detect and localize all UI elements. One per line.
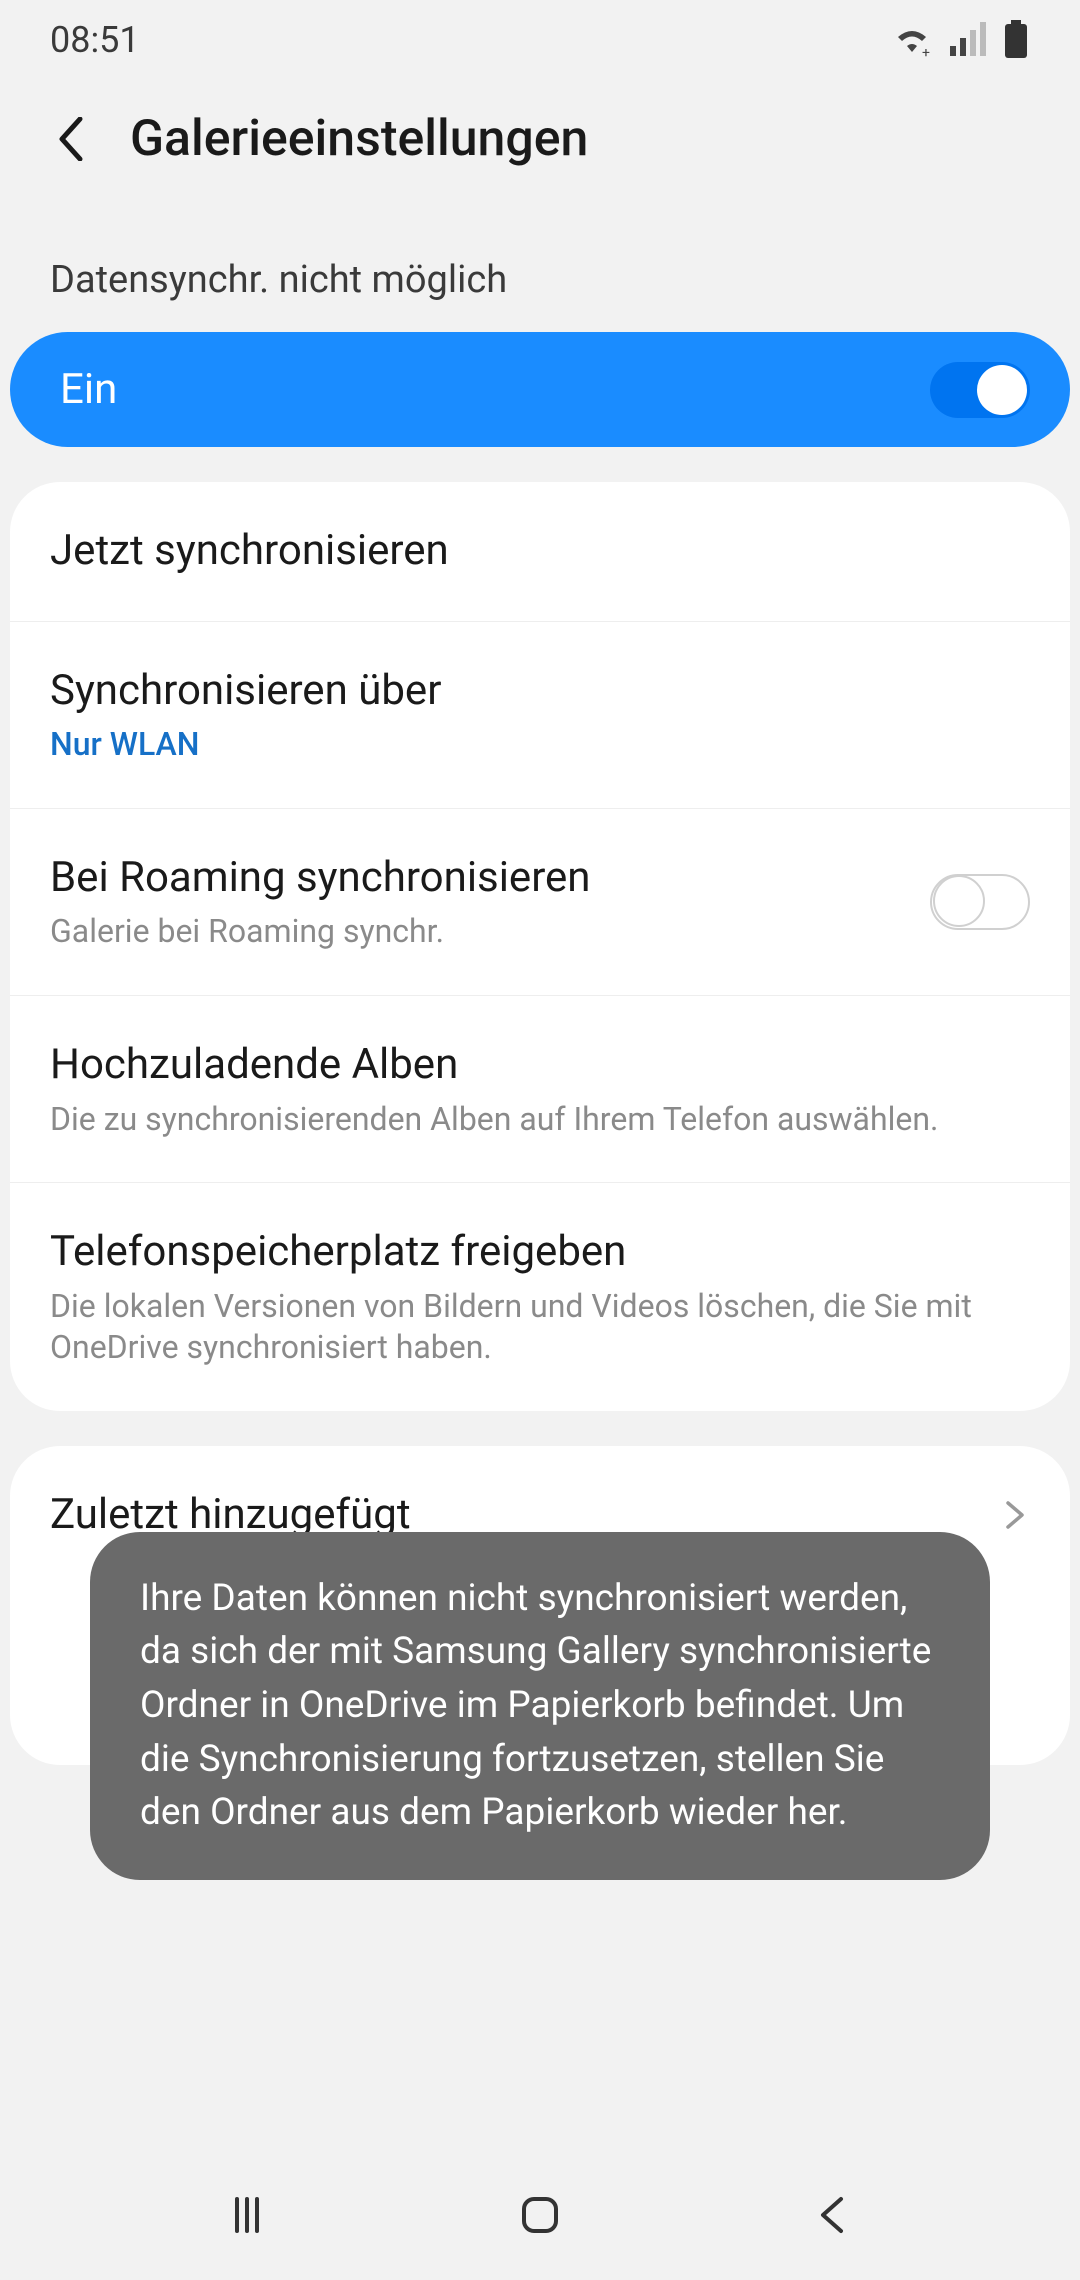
settings-card: Jetzt synchronisieren Synchronisieren üb… — [10, 482, 1070, 1411]
row-sync-now[interactable]: Jetzt synchronisieren — [10, 482, 1070, 622]
status-time: 08:51 — [50, 19, 140, 61]
svg-text:+: + — [922, 45, 930, 58]
back-button[interactable] — [50, 119, 90, 159]
battery-icon — [1002, 20, 1030, 60]
signal-icon — [948, 22, 988, 58]
row-title: Synchronisieren über — [50, 664, 1030, 719]
roaming-switch[interactable] — [930, 874, 1030, 930]
row-sync-via[interactable]: Synchronisieren über Nur WLAN — [10, 622, 1070, 809]
row-albums[interactable]: Hochzuladende Alben Die zu synchronisier… — [10, 996, 1070, 1183]
row-subtitle: Die zu synchronisierenden Alben auf Ihre… — [50, 1099, 1030, 1141]
row-title: Telefonspeicherplatz freigeben — [50, 1225, 1030, 1280]
nav-home[interactable] — [505, 2180, 575, 2250]
master-toggle-label: Ein — [60, 365, 117, 414]
back-icon — [811, 2193, 855, 2237]
row-subtitle: Galerie bei Roaming synchr. — [50, 911, 930, 953]
row-subtitle: Nur WLAN — [50, 724, 1030, 766]
master-sync-toggle[interactable]: Ein — [10, 332, 1070, 447]
nav-bar — [0, 2150, 1080, 2280]
chevron-right-icon — [1000, 1500, 1030, 1530]
wifi-icon: + — [890, 22, 934, 58]
toast-message: Ihre Daten können nicht synchronisiert w… — [90, 1532, 990, 1880]
chevron-left-icon — [56, 117, 84, 161]
page-title: Galerieeinstellungen — [130, 110, 588, 168]
recents-icon — [225, 2193, 269, 2237]
row-title: Hochzuladende Alben — [50, 1038, 1030, 1093]
status-bar: 08:51 + — [0, 0, 1080, 80]
row-roaming[interactable]: Bei Roaming synchronisieren Galerie bei … — [10, 809, 1070, 996]
section-label: Datensynchr. nicht möglich — [0, 198, 1080, 332]
row-title: Bei Roaming synchronisieren — [50, 851, 930, 906]
home-icon — [518, 2193, 562, 2237]
nav-recents[interactable] — [212, 2180, 282, 2250]
row-subtitle: Die lokalen Versionen von Bildern und Vi… — [50, 1286, 1030, 1369]
header: Galerieeinstellungen — [0, 80, 1080, 198]
status-icons: + — [890, 20, 1030, 60]
row-free-space[interactable]: Telefonspeicherplatz freigeben Die lokal… — [10, 1183, 1070, 1411]
master-switch[interactable] — [930, 362, 1030, 418]
nav-back[interactable] — [798, 2180, 868, 2250]
row-title: Jetzt synchronisieren — [50, 524, 1030, 579]
